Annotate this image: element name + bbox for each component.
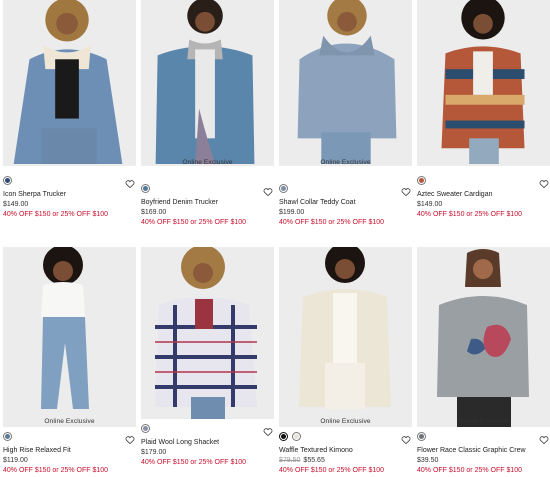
promo-text: 40% OFF $150 or 25% OFF $100: [417, 211, 523, 218]
product-price: $199.00: [279, 209, 305, 216]
product-name[interactable]: High Rise Relaxed Fit: [3, 447, 71, 454]
promo-text: 40% OFF $150 or 25% OFF $100: [3, 211, 109, 218]
product-image[interactable]: Online Exclusive: [279, 247, 412, 427]
color-swatches: [279, 432, 301, 444]
sale-price: $55.65: [303, 457, 325, 464]
product-price: $149.00: [417, 201, 443, 208]
color-swatch[interactable]: [141, 184, 150, 193]
product-price: $149.00: [3, 201, 29, 208]
product-image[interactable]: Online Exclusive: [141, 0, 274, 166]
color-swatch[interactable]: [3, 176, 12, 185]
color-swatches: [141, 424, 150, 436]
color-swatches: [3, 176, 12, 188]
product-card[interactable]: Online Exclusive Flower Race Classic Gra…: [417, 247, 550, 474]
original-price: $79.50: [279, 457, 301, 464]
product-name[interactable]: Icon Sherpa Trucker: [3, 191, 66, 198]
color-swatch[interactable]: [292, 432, 301, 441]
product-card[interactable]: Online Exclusive Boyfriend Denim Trucker…: [141, 0, 274, 226]
product-card[interactable]: Online Exclusive Waffle Textured Kimono …: [279, 247, 412, 474]
swatch-color: [419, 434, 424, 439]
wishlist-heart-icon[interactable]: [125, 176, 135, 189]
online-exclusive-badge: Online Exclusive: [320, 159, 371, 166]
color-swatch[interactable]: [141, 424, 150, 433]
promo-text: 40% OFF $150 or 25% OFF $100: [141, 459, 247, 466]
promo-text: 40% OFF $150 or 25% OFF $100: [417, 467, 523, 474]
wishlist-heart-icon[interactable]: [539, 432, 549, 445]
product-card[interactable]: Plaid Wool Long Shacket $179.00 40% OFF …: [141, 247, 274, 466]
promo-text: 40% OFF $150 or 25% OFF $100: [279, 467, 385, 474]
product-card[interactable]: Online Exclusive Shawl Collar Teddy Coat…: [279, 0, 412, 226]
promo-text: 40% OFF $150 or 25% OFF $100: [279, 219, 385, 226]
wishlist-heart-icon[interactable]: [539, 176, 549, 189]
swatch-color: [143, 426, 148, 431]
product-card[interactable]: Online Exclusive High Rise Relaxed Fit $…: [3, 247, 136, 474]
product-name[interactable]: Boyfriend Denim Trucker: [141, 199, 218, 206]
product-image[interactable]: Online Exclusive: [279, 0, 412, 166]
product-price: $79.50 $55.65: [279, 457, 325, 464]
product-card[interactable]: Aztec Sweater Cardigan $149.00 40% OFF $…: [417, 0, 550, 218]
color-swatch[interactable]: [279, 184, 288, 193]
wishlist-heart-icon[interactable]: [125, 432, 135, 445]
product-image[interactable]: [3, 0, 136, 166]
color-swatches: [141, 184, 150, 196]
product-price: $119.00: [3, 457, 28, 464]
product-name[interactable]: Plaid Wool Long Shacket: [141, 439, 219, 446]
wishlist-heart-icon[interactable]: [401, 184, 411, 197]
product-price: $179.00: [141, 449, 167, 456]
online-exclusive-badge: Online Exclusive: [44, 418, 95, 425]
product-image[interactable]: [141, 247, 274, 419]
swatch-color: [294, 434, 299, 439]
color-swatch[interactable]: [417, 176, 426, 185]
product-grid: Icon Sherpa Trucker $149.00 40% OFF $150…: [0, 0, 550, 477]
product-price: $39.50: [417, 457, 439, 464]
wishlist-heart-icon[interactable]: [401, 432, 411, 445]
product-image[interactable]: Online Exclusive: [417, 247, 550, 427]
product-image[interactable]: Online Exclusive: [3, 247, 136, 427]
online-exclusive-badge: Online Exclusive: [458, 418, 509, 425]
swatch-color: [5, 434, 10, 439]
product-price: $169.00: [141, 209, 167, 216]
color-swatches: [3, 432, 12, 444]
product-name[interactable]: Flower Race Classic Graphic Crew: [417, 447, 526, 454]
product-name[interactable]: Aztec Sweater Cardigan: [417, 191, 492, 198]
wishlist-heart-icon[interactable]: [263, 424, 273, 437]
color-swatches: [417, 176, 426, 188]
color-swatch[interactable]: [279, 432, 288, 441]
color-swatch[interactable]: [3, 432, 12, 441]
swatch-color: [419, 178, 424, 183]
product-name[interactable]: Shawl Collar Teddy Coat: [279, 199, 356, 206]
color-swatches: [417, 432, 426, 444]
swatch-color: [143, 186, 148, 191]
online-exclusive-badge: Online Exclusive: [182, 159, 233, 166]
swatch-color: [281, 434, 286, 439]
swatch-color: [5, 178, 10, 183]
product-image[interactable]: [417, 0, 550, 166]
promo-text: 40% OFF $150 or 25% OFF $100: [141, 219, 247, 226]
product-name[interactable]: Waffle Textured Kimono: [279, 447, 353, 454]
online-exclusive-badge: Online Exclusive: [320, 418, 371, 425]
swatch-color: [281, 186, 286, 191]
promo-text: 40% OFF $150 or 25% OFF $100: [3, 467, 109, 474]
color-swatch[interactable]: [417, 432, 426, 441]
product-card[interactable]: Icon Sherpa Trucker $149.00 40% OFF $150…: [3, 0, 136, 218]
color-swatches: [279, 184, 288, 196]
wishlist-heart-icon[interactable]: [263, 184, 273, 197]
